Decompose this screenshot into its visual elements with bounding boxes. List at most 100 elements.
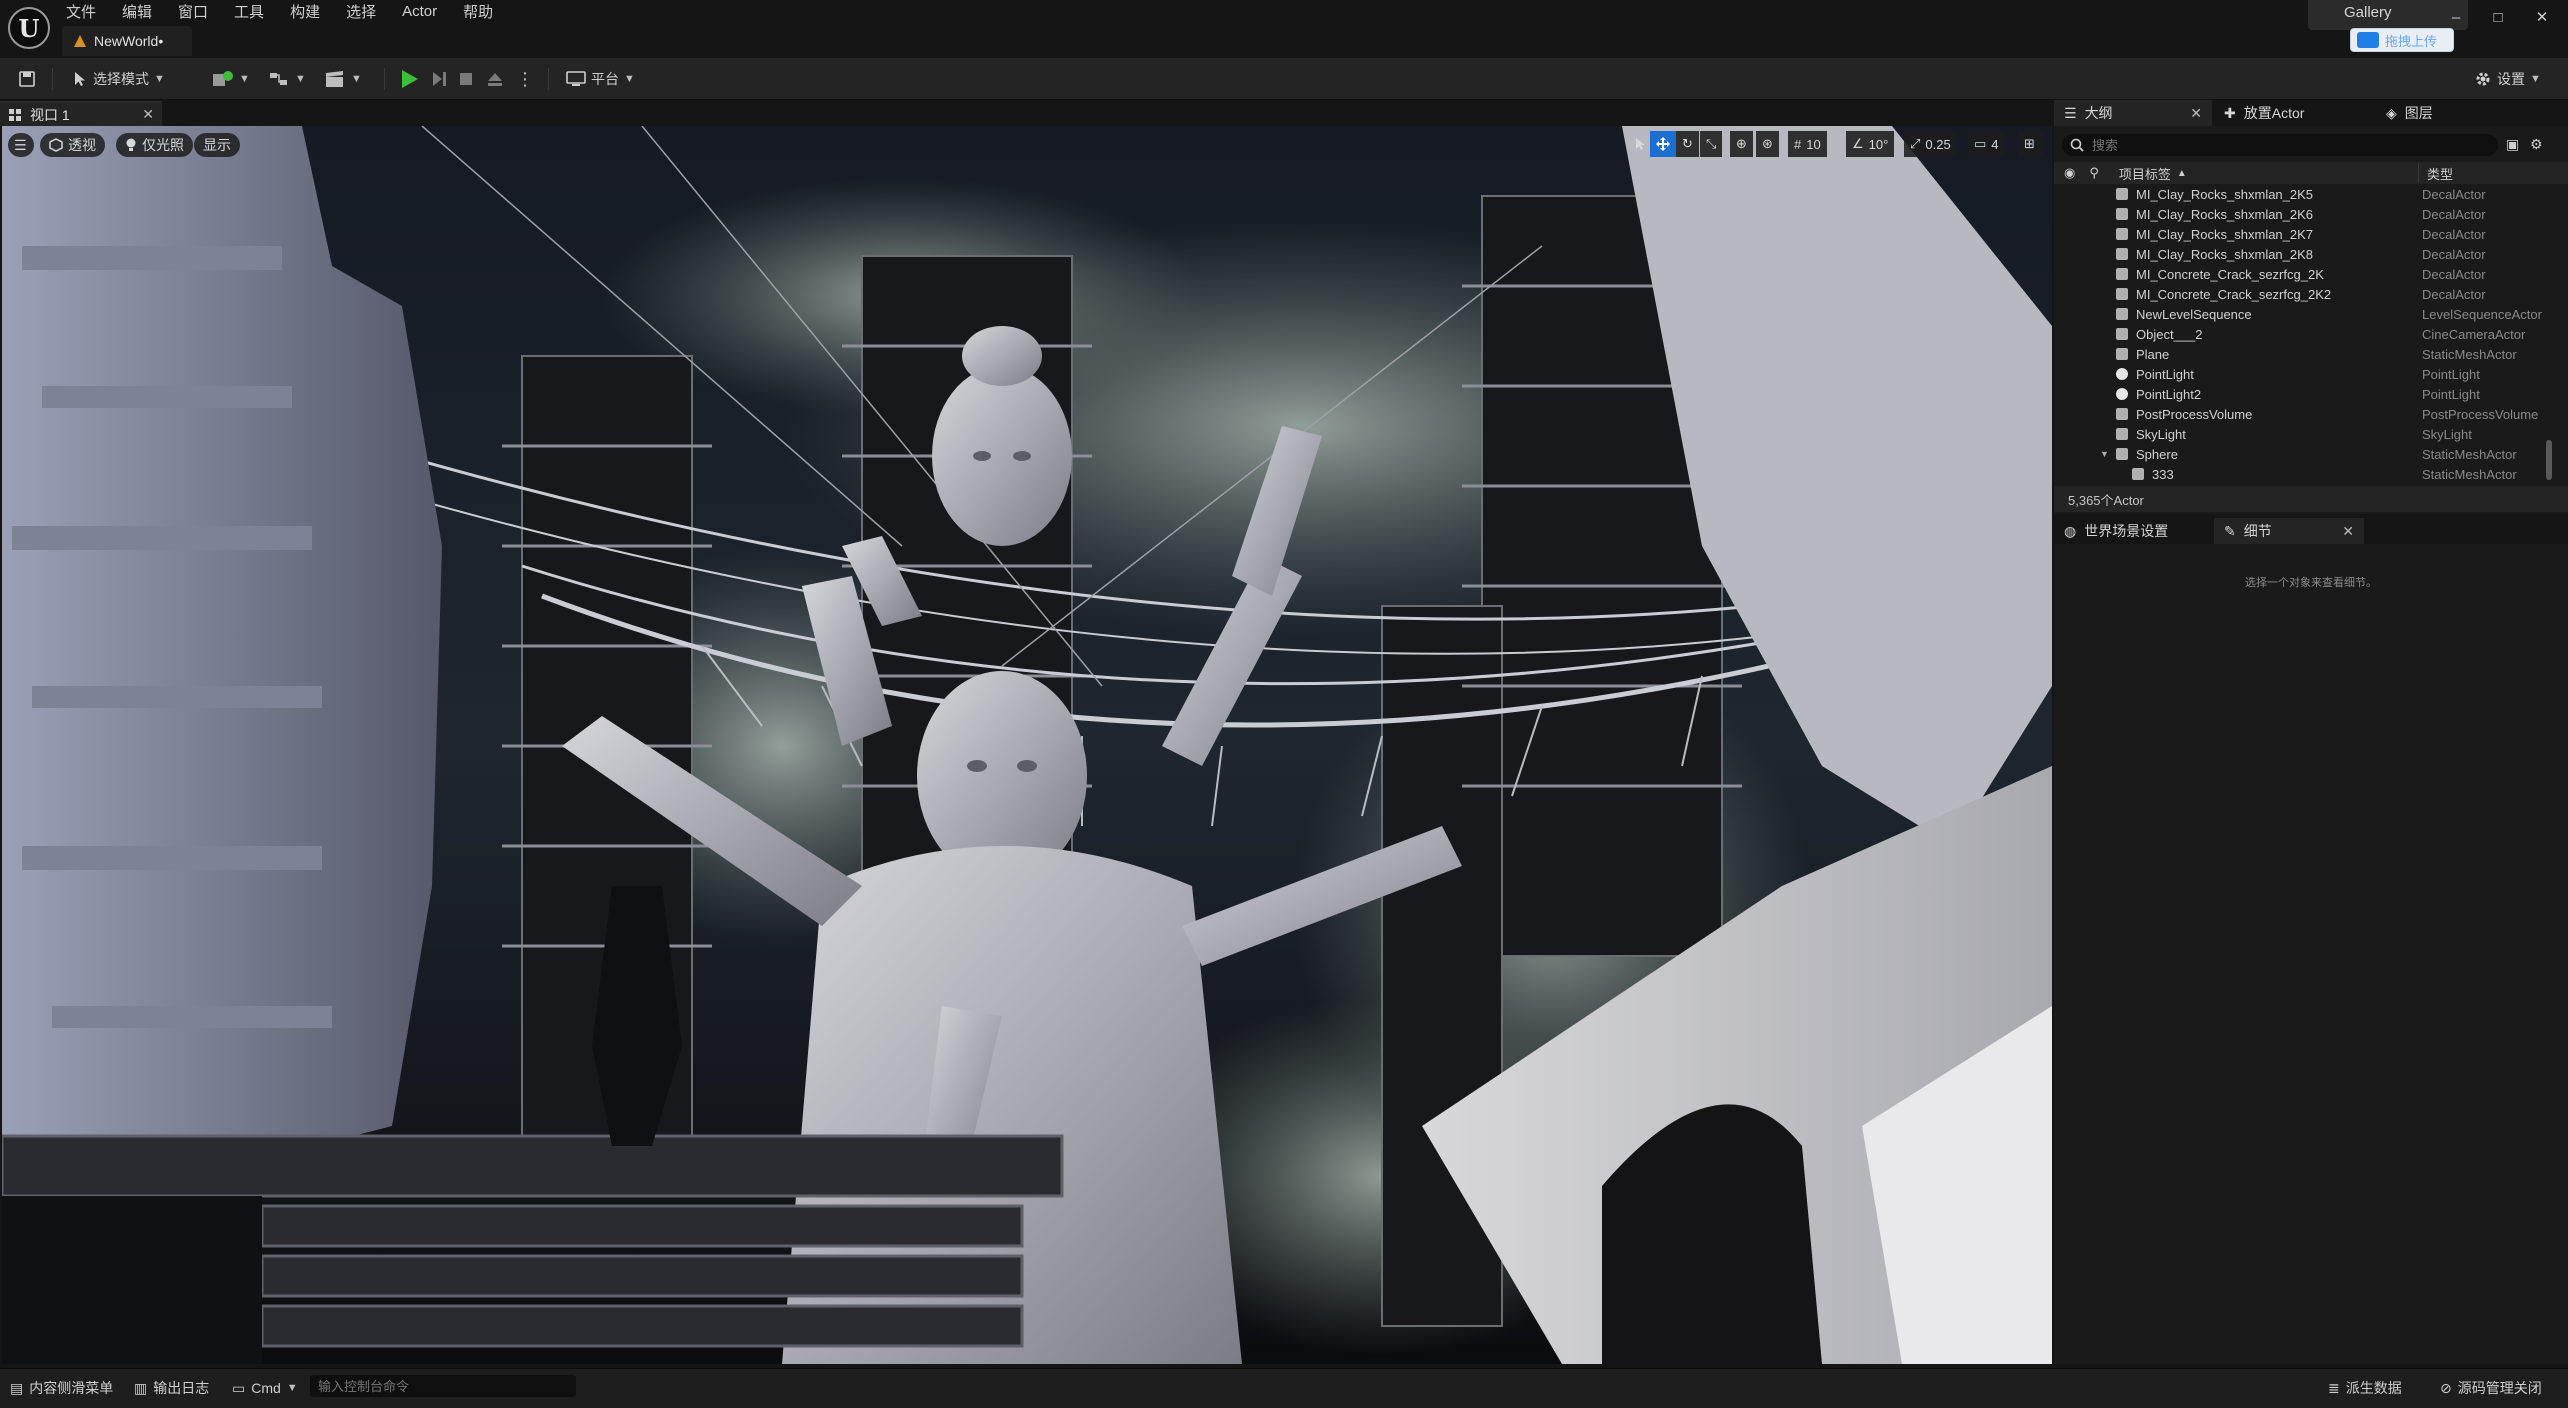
add-content-button[interactable]: ▼ (206, 64, 256, 94)
outliner-row[interactable]: MI_Concrete_Crack_sezrfcg_2K DecalActor (2054, 264, 2554, 284)
outliner-row[interactable]: MI_Clay_Rocks_shxmlan_2K8 DecalActor (2054, 244, 2554, 264)
tab-details[interactable]: ✎ 细节 ✕ (2214, 518, 2364, 544)
add-folder-button[interactable]: ▣ (2506, 136, 2524, 154)
viewport-icon (9, 108, 21, 121)
document-tab[interactable]: NewWorld• (62, 26, 192, 56)
view-mode-dropdown[interactable]: 仅光照 (116, 133, 193, 157)
mesh-icon (2116, 348, 2128, 360)
close-window-button[interactable]: ✕ (2522, 4, 2562, 30)
outliner-row[interactable]: SkyLight SkyLight (2054, 424, 2554, 444)
outliner-row[interactable]: 333 StaticMeshActor (2054, 464, 2554, 482)
globe-icon: ◍ (2064, 522, 2077, 539)
rotate-tool[interactable]: ↻ (1676, 131, 1699, 157)
surface-snapping-button[interactable]: ⊛ (1756, 131, 1779, 157)
outliner-row[interactable]: PostProcessVolume PostProcessVolume (2054, 404, 2554, 424)
derived-data-button[interactable]: ≣ 派生数据 (2328, 1376, 2402, 1400)
menu-file[interactable]: 文件 (66, 1, 96, 22)
stop-button[interactable] (452, 64, 480, 94)
more-vertical-icon: ⋮ (516, 68, 534, 89)
save-button[interactable] (12, 64, 42, 94)
pin-icon[interactable]: ⚲ (2089, 165, 2099, 181)
clapper-icon (326, 71, 343, 87)
viewport-layout-button[interactable]: ⊞ (2018, 131, 2044, 157)
column-label-header[interactable]: 项目标签 (2119, 164, 2171, 183)
menu-window[interactable]: 窗口 (178, 1, 208, 22)
play-button[interactable] (396, 64, 424, 94)
outliner-row[interactable]: ▼ Sphere StaticMeshActor (2054, 444, 2554, 464)
source-control-button[interactable]: ⊘ 源码管理关闭 (2440, 1376, 2542, 1400)
outliner-scrollbar[interactable] (2546, 440, 2552, 480)
outliner-row[interactable]: MI_Concrete_Crack_sezrfcg_2K2 DecalActor (2054, 284, 2554, 304)
select-tool[interactable] (1628, 131, 1650, 157)
output-log-button[interactable]: ▥ 输出日志 (134, 1376, 209, 1400)
play-options-button[interactable]: ⋮ (510, 64, 540, 94)
menu-edit[interactable]: 编辑 (122, 1, 152, 22)
outliner-row[interactable]: PointLight2 PointLight (2054, 384, 2554, 404)
level-viewport[interactable] (2, 126, 2052, 1364)
visibility-eye-icon[interactable]: ◉ (2064, 165, 2075, 181)
perspective-dropdown[interactable]: 透视 (40, 133, 105, 157)
translate-tool[interactable] (1650, 131, 1676, 157)
column-type-header[interactable]: 类型 (2418, 163, 2453, 183)
tab-world-settings[interactable]: ◍ 世界场景设置 (2054, 518, 2212, 544)
maximize-button[interactable]: □ (2478, 4, 2518, 30)
tab-place-actors[interactable]: ✚ 放置Actor (2214, 100, 2370, 126)
step-button[interactable] (424, 64, 454, 94)
content-drawer-button[interactable]: ▤ 内容侧滑菜单 (10, 1376, 113, 1400)
viewport-options-button[interactable]: ☰ (8, 133, 34, 157)
console-input[interactable] (310, 1375, 576, 1397)
layers-icon: ◈ (2386, 104, 2397, 121)
blueprint-button[interactable]: ▼ (262, 64, 312, 94)
outliner-row-name: PostProcessVolume (2136, 406, 2253, 422)
decal-icon (2116, 208, 2128, 220)
volume-icon (2116, 408, 2128, 420)
rotation-snap-button[interactable]: ∠ 10° (1846, 131, 1895, 157)
viewport-tab[interactable]: 视口 1 ✕ (0, 101, 162, 126)
menu-build[interactable]: 构建 (290, 1, 320, 22)
outliner-row[interactable]: MI_Clay_Rocks_shxmlan_2K7 DecalActor (2054, 224, 2554, 244)
tab-layers[interactable]: ◈ 图层 (2376, 100, 2526, 126)
close-icon[interactable]: ✕ (142, 106, 154, 123)
outliner-header: ◉ ⚲ 项目标签 ▲ 类型 (2054, 162, 2568, 184)
expand-toggle-icon[interactable]: ▼ (2100, 449, 2109, 459)
cursor-icon (75, 72, 85, 86)
outliner-settings-button[interactable]: ⚙ (2530, 136, 2548, 154)
select-mode-dropdown[interactable]: 选择模式 ▼ (66, 64, 171, 94)
scale-tool[interactable]: ⤡ (1700, 131, 1723, 157)
outliner-row[interactable]: MI_Clay_Rocks_shxmlan_2K5 DecalActor (2054, 184, 2554, 204)
outliner-row[interactable]: PointLight PointLight (2054, 364, 2554, 384)
minimize-button[interactable]: – (2436, 4, 2476, 30)
menu-actor[interactable]: Actor (402, 3, 437, 20)
grid-snap-button[interactable]: # 10 (1788, 131, 1827, 157)
close-icon[interactable]: ✕ (2190, 105, 2202, 122)
upload-button[interactable]: 拖拽上传 (2350, 28, 2454, 52)
cmd-dropdown[interactable]: ▭ Cmd ▼ (232, 1376, 298, 1400)
eject-button[interactable] (480, 64, 510, 94)
camera-speed-button[interactable]: ▭ 4 (1968, 131, 2005, 157)
scale-snap-button[interactable]: ⤢ 0.25 (1904, 131, 1957, 157)
menu-help[interactable]: 帮助 (463, 1, 493, 22)
close-icon[interactable]: ✕ (2342, 523, 2354, 540)
outliner-search[interactable] (2062, 134, 2498, 156)
outliner-row-name: Sphere (2136, 446, 2178, 462)
outliner-row[interactable]: Object___2 CineCameraActor (2054, 324, 2554, 344)
settings-dropdown[interactable]: 设置 ▼ (2468, 64, 2547, 94)
menu-select[interactable]: 选择 (346, 1, 376, 22)
content-drawer-icon: ▤ (10, 1379, 24, 1396)
show-dropdown[interactable]: 显示 (194, 133, 240, 157)
cinematics-button[interactable]: ▼ (318, 64, 368, 94)
platforms-dropdown[interactable]: 平台 ▼ (560, 64, 641, 94)
actor-count-label: 5,365个Actor (2068, 492, 2144, 508)
outliner-row-type: DecalActor (2422, 226, 2486, 242)
menu-tools[interactable]: 工具 (234, 1, 264, 22)
search-input[interactable] (2092, 137, 2472, 153)
move-arrows-icon (1656, 137, 1670, 151)
outliner-row[interactable]: NewLevelSequence LevelSequenceActor (2054, 304, 2554, 324)
outliner-row[interactable]: Plane StaticMeshActor (2054, 344, 2554, 364)
outliner-row[interactable]: MI_Clay_Rocks_shxmlan_2K6 DecalActor (2054, 204, 2554, 224)
terminal-icon: ▭ (232, 1379, 246, 1396)
coordinate-space-button[interactable]: ⊕ (1730, 131, 1753, 157)
tab-outliner[interactable]: ☰ 大纲 ✕ (2054, 100, 2212, 126)
unreal-logo-icon[interactable]: U (8, 7, 50, 49)
scale-icon: ⤡ (1706, 136, 1717, 151)
